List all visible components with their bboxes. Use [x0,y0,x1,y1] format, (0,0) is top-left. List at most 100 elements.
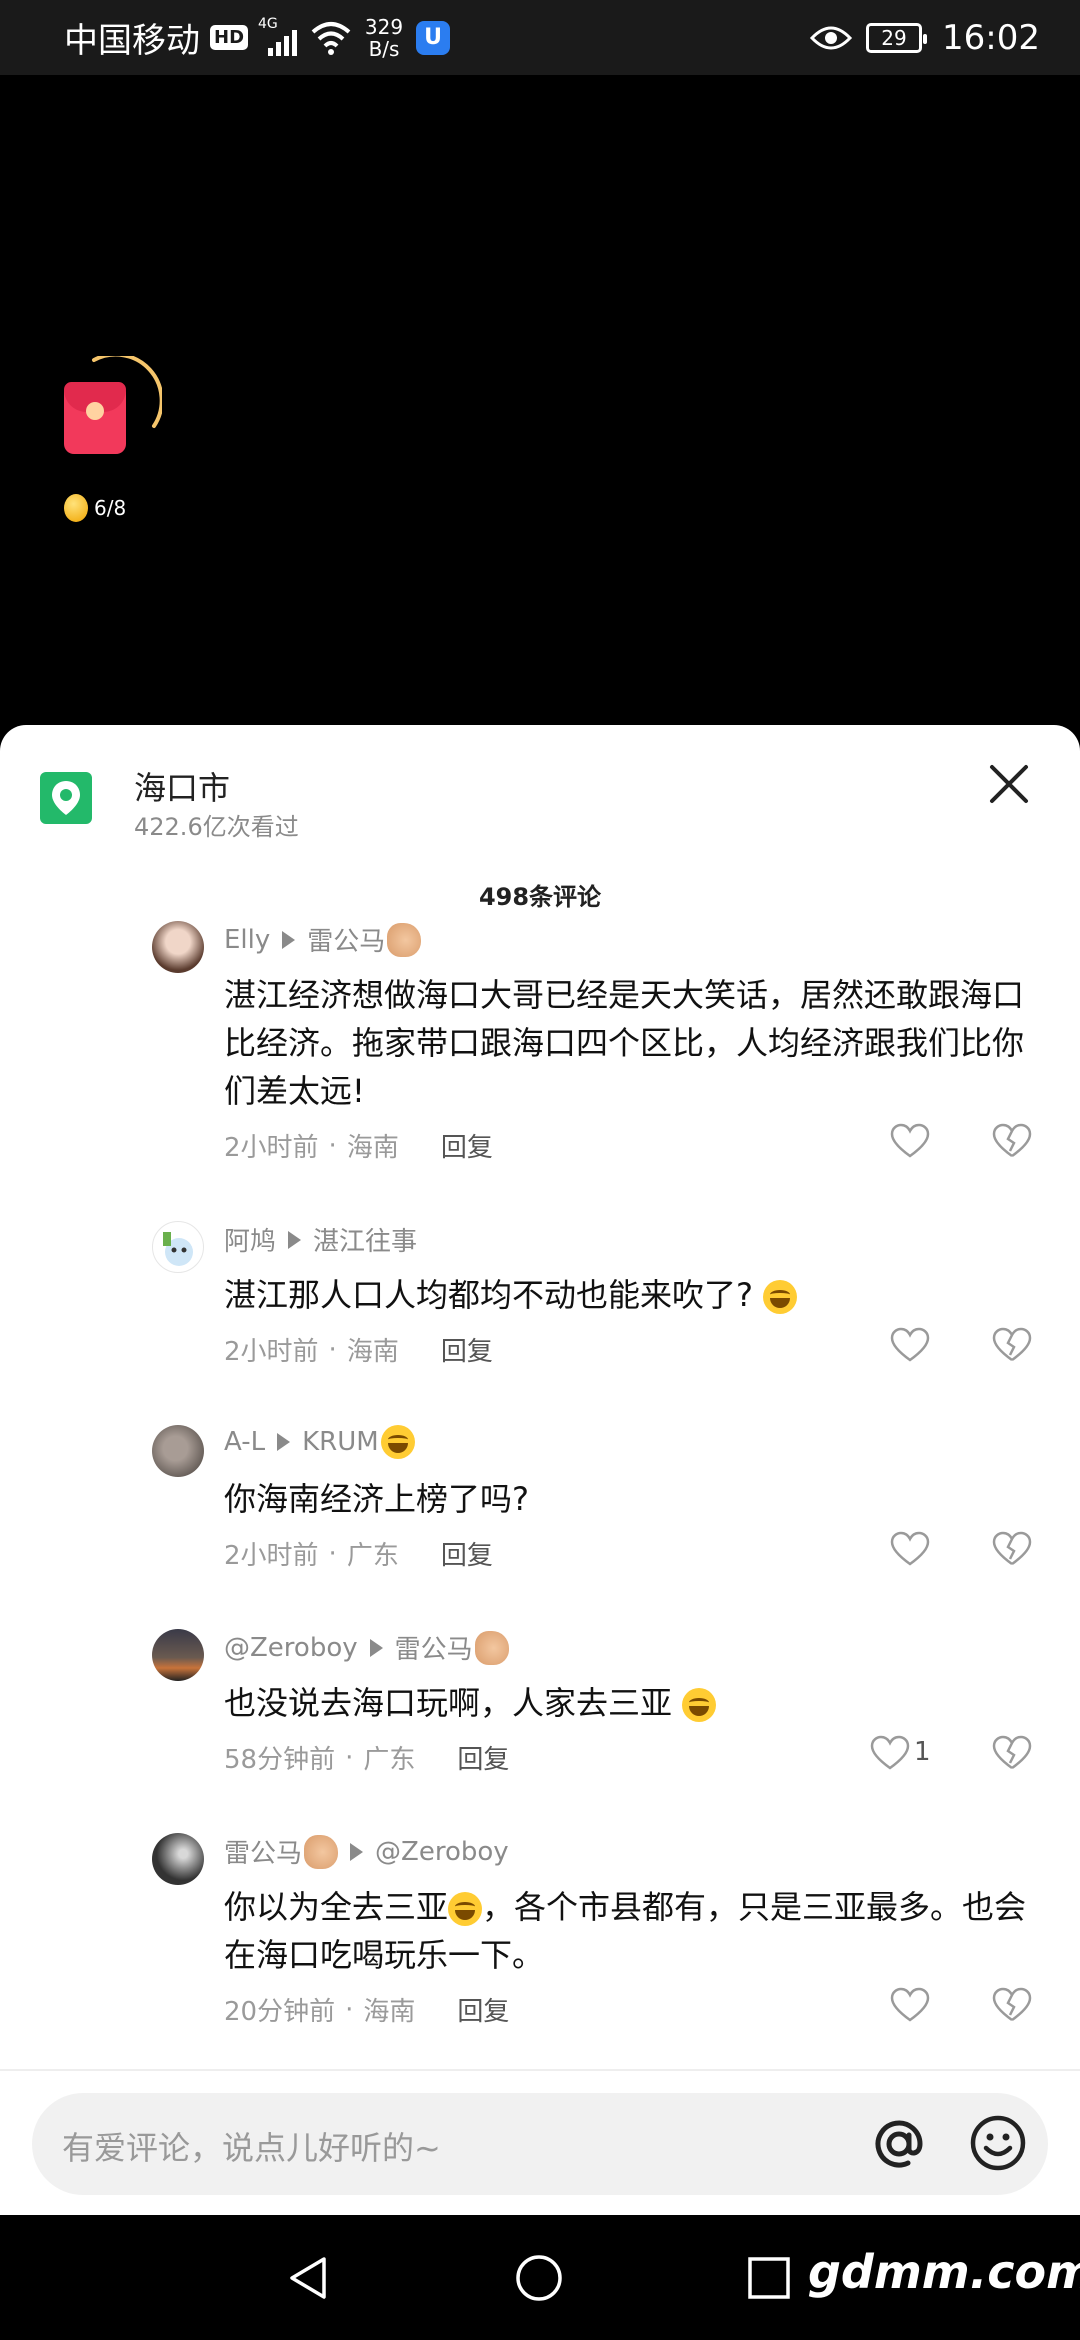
comment-input-placeholder: 有爱评论，说点儿好听的~ [62,2129,441,2167]
horse-emoji-icon [304,1834,339,1869]
comment-text: 也没说去海口玩啊，人家去三亚 [224,1679,1044,1727]
reply-to-user[interactable]: @Zeroboy [375,1837,509,1867]
broken-heart-icon[interactable] [992,1123,1032,1159]
location-title[interactable]: 海口市 [134,763,230,809]
comment-time: 2小时前 [224,1337,319,1367]
comment-time: 20分钟前 [224,1997,336,2027]
comment-region: 广东 [363,1745,416,1775]
comment-region: 海南 [346,1133,399,1163]
signal-bars [268,29,298,56]
comment-user[interactable]: 阿鸠 [224,1221,276,1258]
laugh-sweat-emoji-icon [682,1688,717,1722]
home-icon[interactable] [514,2253,564,2303]
avatar[interactable] [152,1425,204,1477]
avatar[interactable] [152,921,204,973]
reply-to-user[interactable]: 湛江往事 [313,1221,417,1258]
reply-arrow-icon [282,930,296,949]
location-pin-icon [40,772,92,824]
broken-heart-icon[interactable] [992,1327,1032,1363]
meta-sep: · [328,1538,337,1569]
avatar[interactable] [152,1833,204,1885]
avatar[interactable] [152,1629,204,1681]
reply-button[interactable]: 回复 [457,1739,509,1776]
avatar[interactable] [152,1221,204,1273]
heart-icon[interactable] [890,1123,930,1159]
reply-button[interactable]: 回复 [457,1991,509,2028]
grin-emoji-icon [380,1425,415,1459]
reply-arrow-icon [277,1433,291,1451]
heart-icon[interactable] [890,1531,930,1567]
carrier-name: 中国移动 [64,21,200,61]
cartoon-avatar-icon [163,1232,193,1266]
net-speed: 329 B/s [362,16,406,60]
reply-to-user[interactable]: 雷公马 [307,921,385,958]
status-left: 中国移动 HD 4G 329 B/s U [64,0,451,75]
meta-sep: · [345,1742,354,1773]
comment-meta: 2小时前 · 海南 回复 [224,1331,493,1368]
broken-heart-icon[interactable] [992,1987,1032,2023]
reply-button[interactable]: 回复 [441,1331,493,1368]
coin-progress: 6/8 [64,494,126,522]
like-count: 1 [914,1737,931,1767]
reply-to-user[interactable]: KRUM [302,1427,379,1457]
clock: 16:02 [942,17,1040,58]
comment-user[interactable]: Elly [224,925,270,955]
broken-heart-icon[interactable] [992,1735,1032,1771]
heart-icon[interactable] [870,1735,910,1771]
comment-text: 你海南经济上榜了吗? [224,1480,529,1518]
at-mention-icon[interactable] [868,2113,930,2175]
close-icon[interactable] [986,761,1032,807]
meta-sep: · [328,1130,337,1161]
heart-icon[interactable] [890,1327,930,1363]
broken-heart-icon[interactable] [992,1531,1032,1567]
eye-icon [810,26,853,49]
recent-apps-icon[interactable] [746,2255,792,2301]
comment-text-content: 湛江那人口人均都均不动也能来吹了? [224,1276,753,1314]
wifi-icon [311,21,351,55]
horse-emoji-icon [474,1630,509,1665]
net-speed-unit: B/s [368,36,400,61]
comment-user[interactable]: @Zeroboy [224,1633,358,1663]
coin-progress-text: 6/8 [94,496,127,520]
reply-to-user[interactable]: 雷公马 [395,1629,473,1666]
location-views: 422.6亿次看过 [134,813,299,841]
watermark: gdmm.com [808,2245,1080,2299]
comment-input[interactable]: 有爱评论，说点儿好听的~ [32,2093,1048,2195]
comment-header: A-L KRUM [224,1425,415,1459]
comment-header: 雷公马 @Zeroboy [224,1833,509,1870]
comment-text: 你以为全去三亚 ，各个市县都有，只是三亚最多。也会在海口吃喝玩乐一下。 [224,1883,1044,1979]
reply-arrow-icon [369,1638,383,1657]
red-packet-icon [64,382,126,454]
comment-meta: 20分钟前 · 海南 回复 [224,1991,509,2028]
comment-time: 58分钟前 [224,1745,336,1775]
comment-header: @Zeroboy 雷公马 [224,1629,509,1666]
comment-meta: 2小时前 · 海南 回复 [224,1127,493,1164]
comment-time: 2小时前 [224,1133,319,1163]
system-nav-bar: gdmm.com [0,2215,1080,2340]
red-packet-widget[interactable] [62,356,162,466]
emoji-picker-icon[interactable] [968,2113,1028,2173]
comments-sheet: 海口市 422.6亿次看过 498条评论 Elly 雷公马 湛江经济想做海口大哥… [0,725,1080,2215]
notification-app-icon: U [416,20,451,55]
comment-text: 湛江经济想做海口大哥已经是天大笑话，居然还敢跟海口比经济。拖家带口跟海口四个区比… [224,976,1025,1110]
battery-icon: 29 [866,22,928,53]
reply-button[interactable]: 回复 [441,1127,493,1164]
comment-user[interactable]: 雷公马 [224,1833,302,1870]
battery-level: 29 [881,25,907,50]
reply-arrow-icon [350,1842,364,1861]
meta-sep: · [328,1334,337,1365]
comment-meta: 2小时前 · 广东 回复 [224,1535,493,1572]
comment-header: 阿鸠 湛江往事 [224,1221,417,1258]
cell-signal-icon: 4G [258,16,300,56]
comment-region: 海南 [363,1997,416,2027]
heart-icon[interactable] [890,1987,930,2023]
meta-sep: · [345,1994,354,2025]
reply-arrow-icon [288,1230,302,1249]
comment-user[interactable]: A-L [224,1427,265,1457]
net-speed-value: 329 [364,14,404,39]
hd-badge: HD [210,25,249,50]
divider [0,2069,1080,2071]
reply-button[interactable]: 回复 [441,1535,493,1572]
laugh-sweat-emoji-icon [448,1892,483,1926]
back-icon[interactable] [284,2253,334,2303]
